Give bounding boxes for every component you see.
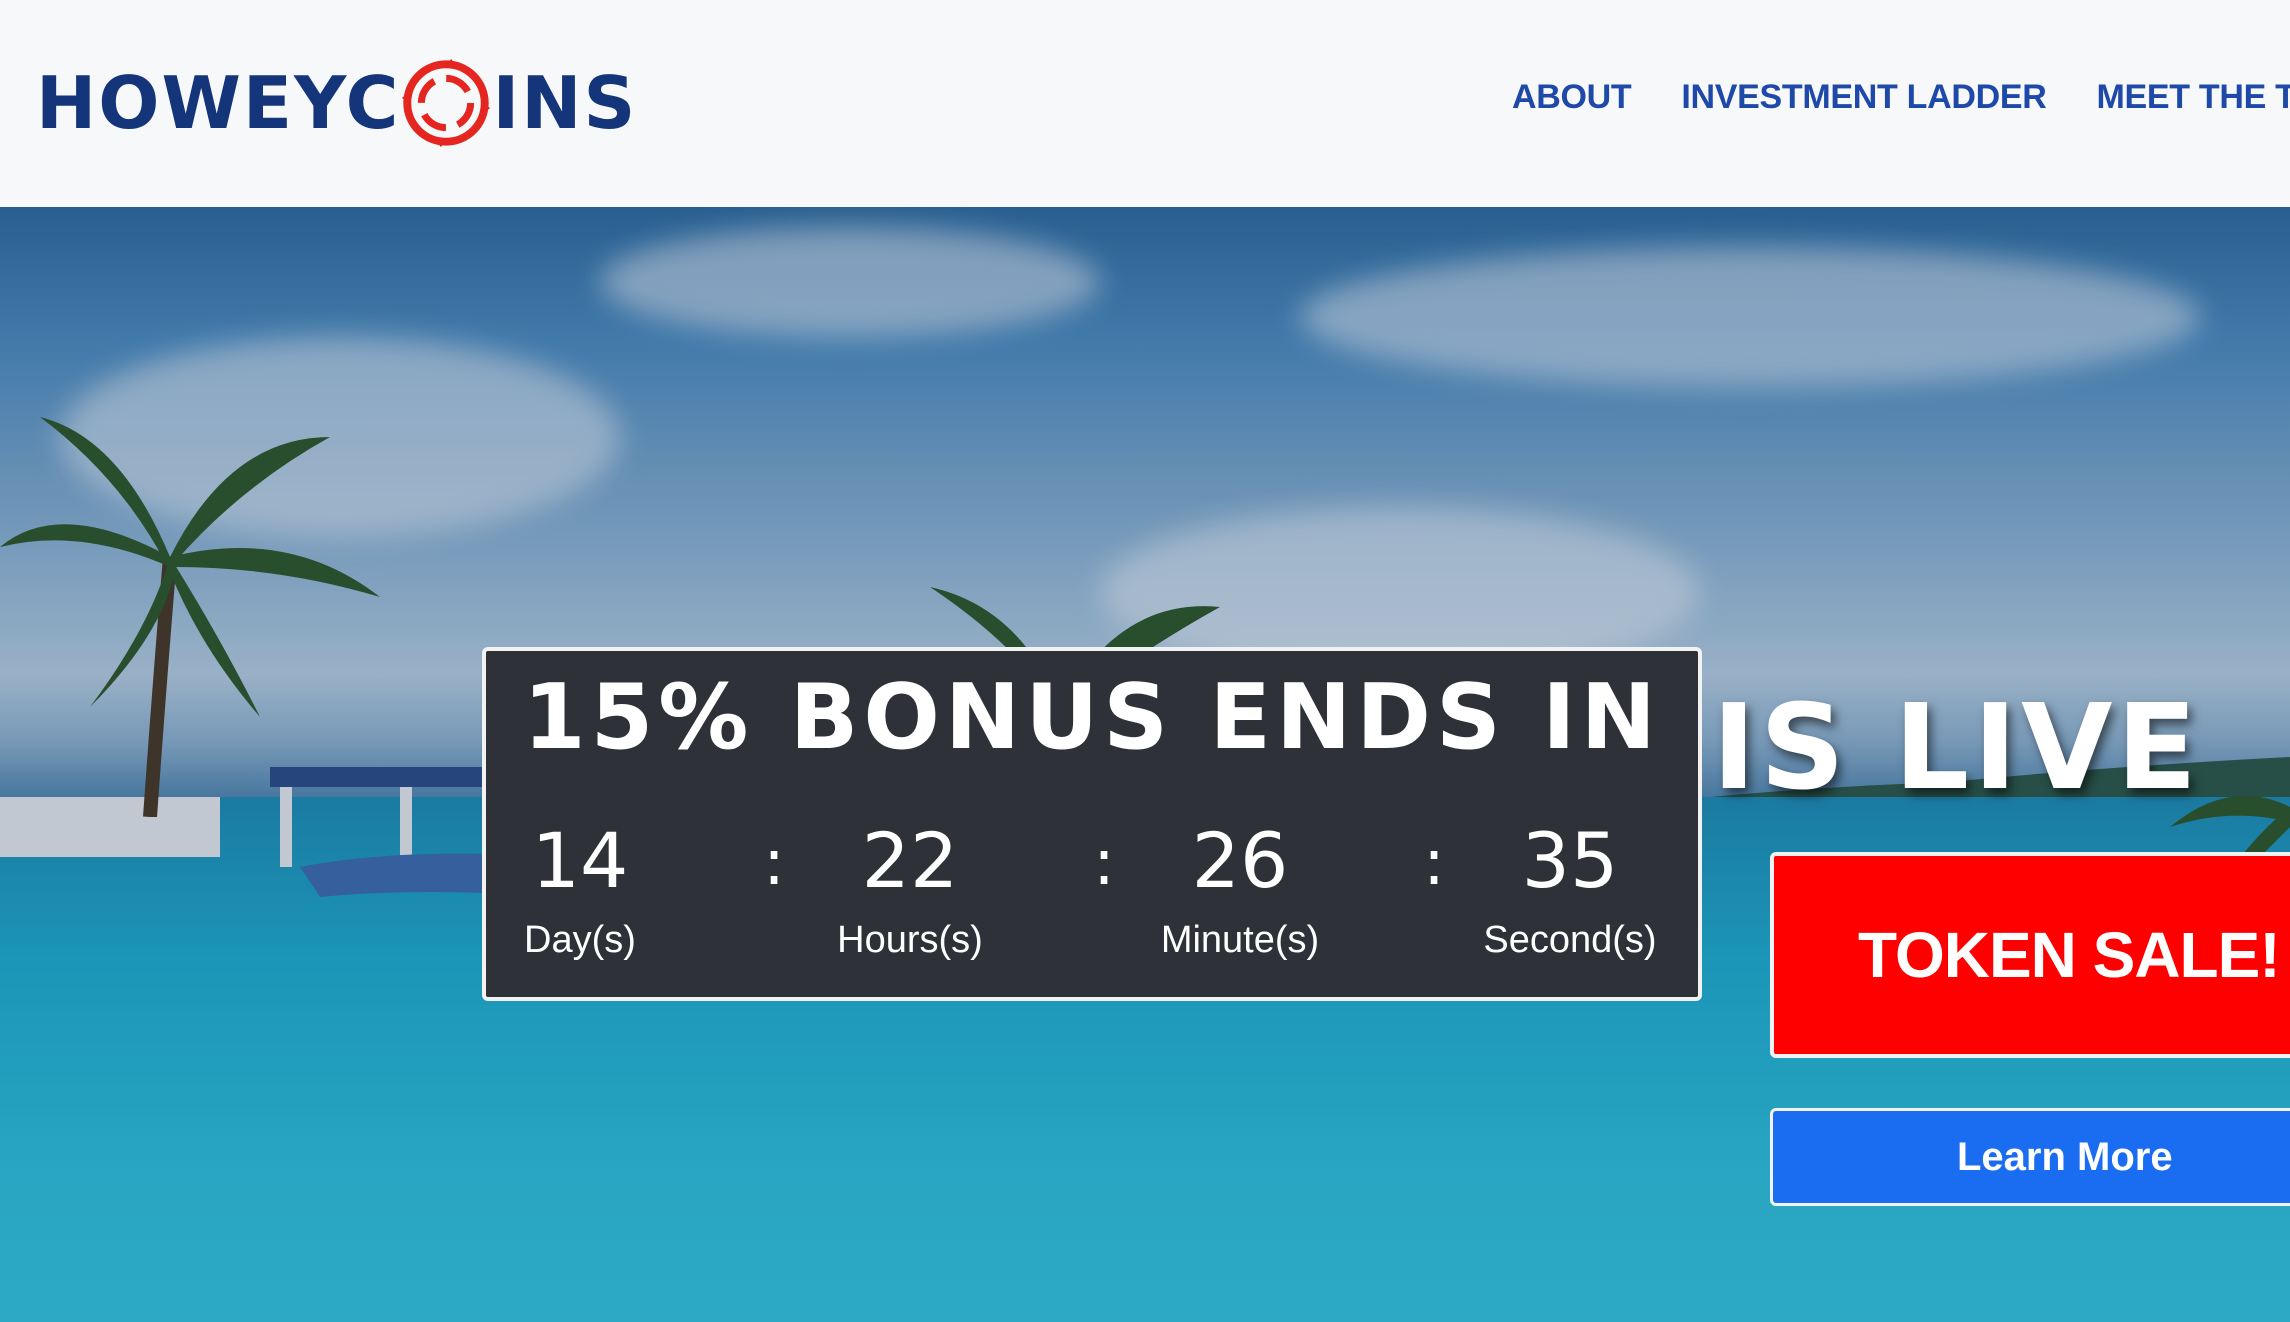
countdown-title: 15% BONUS ENDS IN xyxy=(523,665,1661,770)
countdown-minutes: 26 Minute(s) xyxy=(1140,816,1340,961)
countdown-box: 15% BONUS ENDS IN 14 Day(s) : 22 Hours(s… xyxy=(482,647,1702,1001)
countdown-label: Minute(s) xyxy=(1160,919,1320,961)
logo-text-right: INS xyxy=(492,61,638,145)
token-sale-button[interactable]: TOKEN SALE! xyxy=(1770,852,2290,1058)
countdown-days: 14 Day(s) xyxy=(480,816,680,961)
countdown-hours: 22 Hours(s) xyxy=(810,816,1010,961)
page: HOWEYC INS ABOUT INVESTMENT LADDER MEET … xyxy=(0,0,2290,1322)
countdown-label: Second(s) xyxy=(1483,919,1657,961)
countdown-value: 35 xyxy=(1521,816,1619,905)
countdown-value: 26 xyxy=(1191,816,1289,905)
main-nav: ABOUT INVESTMENT LADDER MEET THE TEA xyxy=(1512,78,2290,117)
countdown-label: Day(s) xyxy=(524,919,636,961)
nav-meet-the-team[interactable]: MEET THE TEA xyxy=(2097,78,2290,117)
countdown-value: 22 xyxy=(861,816,959,905)
coin-icon xyxy=(402,59,491,147)
countdown-label: Hours(s) xyxy=(837,919,983,961)
countdown-separator: : xyxy=(1423,826,1445,900)
countdown-seconds: 35 Second(s) xyxy=(1470,816,1670,961)
brand-logo[interactable]: HOWEYC INS xyxy=(36,58,637,148)
site-header: HOWEYC INS ABOUT INVESTMENT LADDER MEET … xyxy=(0,0,2290,207)
logo-wordmark: HOWEYC INS xyxy=(36,59,637,147)
countdown-separator: : xyxy=(763,826,785,900)
learn-more-button[interactable]: Learn More xyxy=(1770,1108,2290,1206)
countdown-value: 14 xyxy=(531,816,629,905)
nav-about[interactable]: ABOUT xyxy=(1512,78,1632,117)
nav-investment-ladder[interactable]: INVESTMENT LADDER xyxy=(1681,78,2046,117)
logo-text-left: HOWEYC xyxy=(36,61,401,145)
countdown-separator: : xyxy=(1093,826,1115,900)
